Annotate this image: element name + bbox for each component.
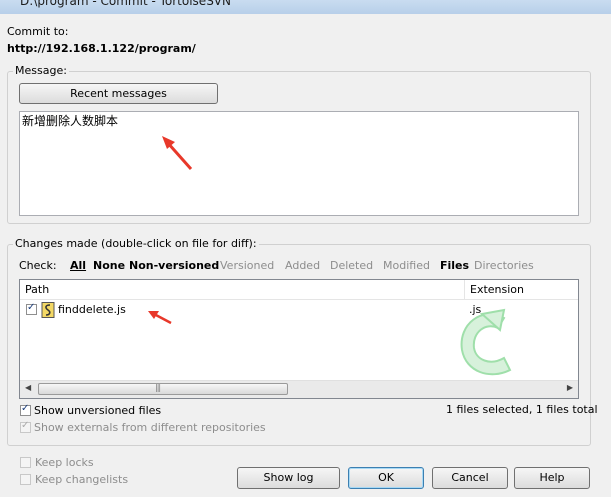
ok-button[interactable]: OK — [348, 467, 424, 489]
column-header-extension[interactable]: Extension — [465, 280, 578, 300]
changes-group-label: Changes made (double-click on file for d… — [13, 237, 259, 250]
show-unversioned-label: Show unversioned files — [34, 404, 162, 417]
row-path: finddelete.js — [58, 303, 126, 316]
window-title: D:\program - Commit - TortoiseSVN — [20, 0, 231, 8]
js-file-icon — [41, 302, 55, 318]
message-text: 新增删除人数脚本 — [22, 114, 119, 128]
filter-directories: Directories — [474, 259, 534, 272]
keep-changelists-label: Keep changelists — [35, 473, 129, 486]
filter-added: Added — [285, 259, 321, 272]
message-textarea[interactable]: 新增删除人数脚本 — [19, 111, 579, 216]
row-extension: .js — [469, 303, 482, 316]
selection-status: 1 files selected, 1 files total — [446, 403, 598, 416]
filter-versioned: Versioned — [220, 259, 275, 272]
message-group-label: Message: — [13, 64, 69, 77]
scroll-left-icon[interactable]: ◀ — [25, 383, 31, 392]
filter-files[interactable]: Files — [440, 259, 469, 272]
scroll-right-icon[interactable]: ▶ — [567, 383, 573, 392]
scrollbar-thumb[interactable]: ||| — [38, 383, 288, 395]
filter-modified: Modified — [383, 259, 430, 272]
horizontal-scrollbar[interactable]: ◀ ||| ▶ — [20, 380, 578, 398]
row-checkbox[interactable] — [26, 302, 37, 315]
column-header-path[interactable]: Path — [20, 280, 465, 300]
keep-changelists-checkbox — [20, 474, 31, 485]
column-header-path-label: Path — [25, 283, 50, 296]
show-externals-checkbox — [20, 420, 31, 433]
keep-locks-checkbox — [20, 457, 31, 468]
filter-non-versioned[interactable]: Non-versioned — [129, 259, 219, 272]
table-row[interactable]: finddelete.js .js — [20, 301, 578, 319]
cancel-button[interactable]: Cancel — [432, 467, 508, 489]
grip-icon: ||| — [155, 383, 161, 392]
show-unversioned-checkbox[interactable] — [20, 403, 31, 416]
annotation-arrow-icon — [162, 136, 193, 170]
filter-all[interactable]: All — [70, 259, 86, 272]
commit-to-label: Commit to: — [7, 25, 69, 38]
keep-locks-label: Keep locks — [35, 456, 94, 469]
recent-messages-button[interactable]: Recent messages — [19, 83, 218, 104]
help-button[interactable]: Help — [514, 467, 590, 489]
column-header-extension-label: Extension — [470, 283, 525, 296]
show-externals-label: Show externals from different repositori… — [34, 421, 266, 434]
commit-url: http://192.168.1.122/program/ — [7, 42, 196, 55]
show-log-button[interactable]: Show log — [237, 467, 340, 489]
changes-list[interactable]: Path Extension finddelete.js .js ◀ ||| ▶ — [19, 279, 579, 399]
check-label: Check: — [19, 259, 57, 272]
annotation-arrow-icon — [148, 311, 172, 325]
filter-none[interactable]: None — [93, 259, 125, 272]
window-titlebar: D:\program - Commit - TortoiseSVN — [0, 0, 611, 14]
filter-deleted: Deleted — [330, 259, 374, 272]
